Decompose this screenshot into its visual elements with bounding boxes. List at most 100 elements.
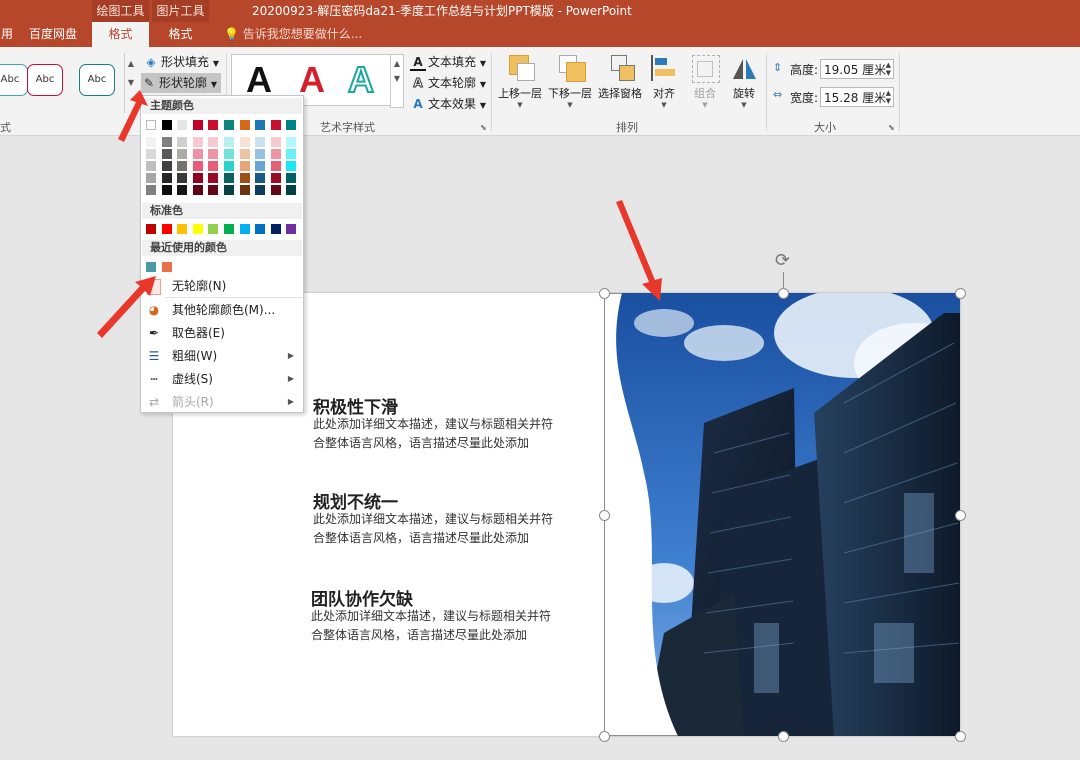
resize-handle-bottom[interactable] [778, 731, 789, 742]
theme-color-shade-swatch[interactable] [146, 185, 156, 195]
standard-color-swatch[interactable] [270, 224, 281, 234]
bring-forward-button[interactable]: 上移一层 ▼ [497, 53, 543, 109]
shape-outline-button[interactable]: ✎ 形状轮廓 ▼ [141, 73, 221, 93]
theme-color-swatch[interactable] [208, 120, 219, 130]
item-description[interactable]: 此处添加详细文本描述，建议与标题相关并符合整体语言风格，语言描述尽量此处添加 [311, 607, 551, 645]
dialog-launcher-icon[interactable]: ⬊ [480, 123, 487, 132]
send-backward-button[interactable]: 下移一层 ▼ [547, 53, 593, 109]
wordart-style-outline[interactable]: A [347, 58, 375, 101]
resize-handle-bottom-left[interactable] [599, 731, 610, 742]
theme-color-shade-swatch[interactable] [255, 149, 266, 159]
theme-color-swatch[interactable] [255, 120, 266, 130]
theme-color-shade-swatch[interactable] [270, 161, 281, 171]
width-spinner[interactable]: ▲ ▼ [886, 89, 891, 105]
theme-color-shade-swatch[interactable] [177, 149, 188, 159]
selection-pane-button[interactable]: 选择窗格 [597, 53, 643, 101]
standard-color-swatch[interactable] [255, 224, 266, 234]
theme-color-shade-swatch[interactable] [239, 161, 250, 171]
tell-me-box[interactable]: 💡 告诉我您想要做什么... [224, 22, 362, 47]
recent-color-swatch[interactable] [161, 262, 172, 272]
selected-picture[interactable]: ⟳ [599, 250, 966, 742]
theme-color-shade-swatch[interactable] [146, 161, 156, 171]
theme-color-shade-swatch[interactable] [224, 173, 234, 183]
theme-color-shade-swatch[interactable] [255, 161, 266, 171]
theme-color-shade-swatch[interactable] [270, 173, 281, 183]
theme-color-shade-swatch[interactable] [239, 137, 250, 147]
rotate-handle-icon[interactable]: ⟳ [775, 250, 790, 271]
standard-color-swatch[interactable] [286, 224, 297, 234]
standard-color-swatch[interactable] [146, 224, 156, 234]
theme-color-shade-swatch[interactable] [224, 161, 234, 171]
theme-color-shade-swatch[interactable] [239, 173, 250, 183]
standard-color-swatch[interactable] [192, 224, 203, 234]
align-button[interactable]: 对齐 ▼ [647, 53, 681, 109]
scroll-down-icon[interactable]: ▼ [391, 74, 403, 83]
theme-color-shade-swatch[interactable] [146, 173, 156, 183]
text-fill-button[interactable]: A 文本填充 ▼ [410, 52, 486, 72]
weight-item[interactable]: ☰ 粗细(W) ▶ [142, 345, 302, 367]
shape-style-red[interactable]: Abc [27, 64, 63, 96]
theme-color-shade-swatch[interactable] [161, 185, 172, 195]
arrows-item[interactable]: ⇄ 箭头(R) ▶ [142, 391, 302, 413]
scroll-down-icon[interactable]: ▼ [125, 78, 137, 87]
recent-color-swatch[interactable] [146, 262, 156, 272]
theme-color-shade-swatch[interactable] [192, 185, 203, 195]
dashes-item[interactable]: ┅ 虚线(S) ▶ [142, 368, 302, 390]
height-field[interactable]: 19.05 厘米 ▲ ▼ [820, 59, 894, 79]
shape-fill-button[interactable]: ◈ 形状填充 ▼ [143, 52, 219, 72]
theme-color-swatch[interactable] [224, 120, 234, 130]
theme-color-shade-swatch[interactable] [192, 173, 203, 183]
standard-color-swatch[interactable] [239, 224, 250, 234]
theme-color-shade-swatch[interactable] [286, 161, 297, 171]
theme-color-shade-swatch[interactable] [224, 185, 234, 195]
theme-color-shade-swatch[interactable] [270, 185, 281, 195]
rotate-button[interactable]: 旋转 ▼ [727, 53, 761, 109]
theme-color-swatch[interactable] [239, 120, 250, 130]
item-description[interactable]: 此处添加详细文本描述，建议与标题相关并符合整体语言风格，语言描述尽量此处添加 [313, 415, 553, 453]
resize-handle-right[interactable] [955, 510, 966, 521]
theme-color-shade-swatch[interactable] [255, 173, 266, 183]
theme-color-shade-swatch[interactable] [177, 137, 188, 147]
eyedropper-item[interactable]: ✒ 取色器(E) [142, 322, 302, 344]
no-outline-item[interactable]: 无轮廓(N) [142, 275, 302, 297]
theme-color-shade-swatch[interactable] [177, 161, 188, 171]
theme-color-shade-swatch[interactable] [208, 137, 219, 147]
resize-handle-top-right[interactable] [955, 288, 966, 299]
theme-color-shade-swatch[interactable] [255, 185, 266, 195]
resize-handle-bottom-right[interactable] [955, 731, 966, 742]
theme-color-shade-swatch[interactable] [239, 185, 250, 195]
text-effects-button[interactable]: A 文本效果 ▼ [410, 94, 486, 114]
tab-picture-format[interactable]: 格式 [152, 22, 209, 47]
building-photo[interactable] [604, 293, 960, 736]
theme-color-shade-swatch[interactable] [270, 149, 281, 159]
theme-color-swatch[interactable] [270, 120, 281, 130]
theme-color-shade-swatch[interactable] [177, 185, 188, 195]
theme-color-shade-swatch[interactable] [161, 149, 172, 159]
theme-color-shade-swatch[interactable] [286, 173, 297, 183]
theme-color-shade-swatch[interactable] [161, 173, 172, 183]
theme-color-shade-swatch[interactable] [192, 161, 203, 171]
theme-color-shade-swatch[interactable] [208, 149, 219, 159]
standard-color-swatch[interactable] [177, 224, 188, 234]
scroll-up-icon[interactable]: ▲ [391, 59, 403, 68]
width-field[interactable]: 15.28 厘米 ▲ ▼ [820, 87, 894, 107]
tab-baidu-netdisk[interactable]: 百度网盘 [18, 22, 88, 47]
item-description[interactable]: 此处添加详细文本描述，建议与标题相关并符合整体语言风格，语言描述尽量此处添加 [313, 510, 553, 548]
resize-handle-top-left[interactable] [599, 288, 610, 299]
shape-style-teal[interactable]: Abc [0, 64, 28, 96]
theme-color-shade-swatch[interactable] [177, 173, 188, 183]
theme-color-shade-swatch[interactable] [286, 137, 297, 147]
resize-handle-top[interactable] [778, 288, 789, 299]
theme-color-shade-swatch[interactable] [239, 149, 250, 159]
theme-color-shade-swatch[interactable] [270, 137, 281, 147]
dialog-launcher-icon[interactable]: ⬊ [888, 123, 895, 132]
scroll-up-icon[interactable]: ▲ [125, 59, 137, 68]
theme-color-shade-swatch[interactable] [255, 137, 266, 147]
standard-color-swatch[interactable] [224, 224, 234, 234]
theme-color-shade-swatch[interactable] [146, 149, 156, 159]
height-spinner[interactable]: ▲ ▼ [886, 61, 891, 77]
theme-color-shade-swatch[interactable] [208, 173, 219, 183]
tab-truncated[interactable]: 用 [0, 22, 14, 47]
theme-color-swatch[interactable] [161, 120, 172, 130]
theme-color-shade-swatch[interactable] [224, 149, 234, 159]
